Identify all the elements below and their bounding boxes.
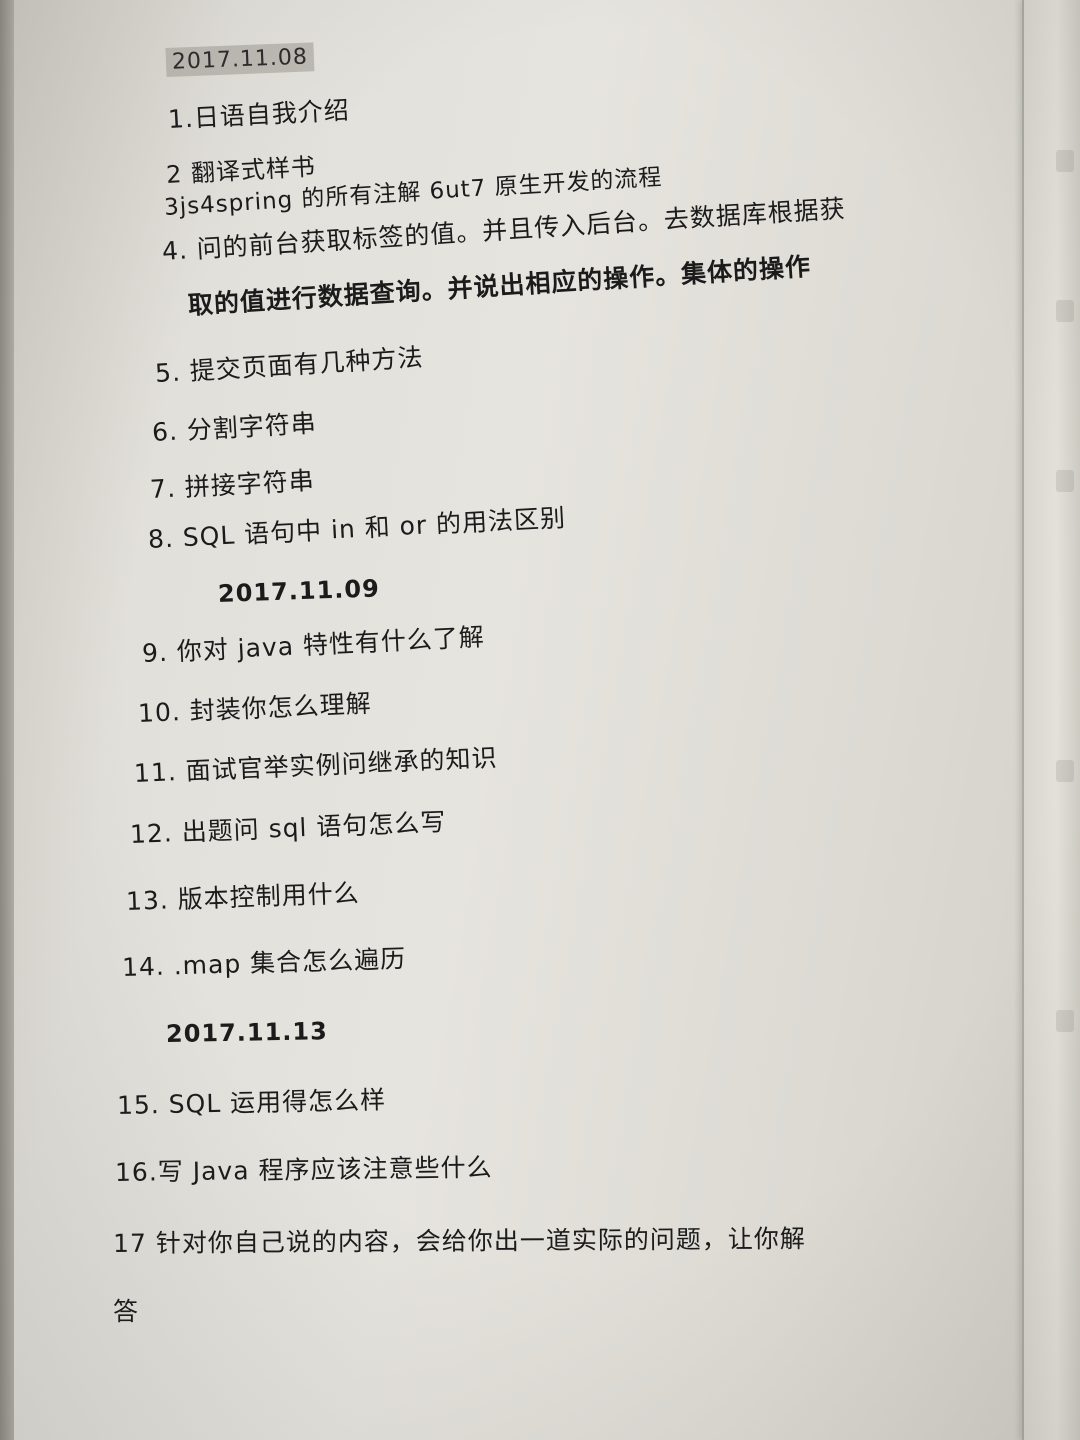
question-line: 9. 你对 java 特性有什么了解: [141, 622, 486, 668]
date-heading: 2017.11.13: [165, 1017, 329, 1048]
question-line: 16.写 Java 程序应该注意些什么: [114, 1152, 493, 1187]
question-line: 5. 提交页面有几种方法: [154, 342, 425, 388]
sheet-mark: [1056, 150, 1074, 172]
sheet-mark: [1056, 470, 1074, 492]
adjacent-paper-sheet: [1022, 0, 1080, 1440]
question-line: 答: [113, 1297, 140, 1326]
question-line: 8. SQL 语句中 in 和 or 的用法区别: [147, 503, 567, 554]
question-line: 17 针对你自己说的内容，会给你出一道实际的问题，让你解: [112, 1224, 806, 1258]
question-line: 10. 封装你怎么理解: [137, 688, 373, 728]
photo-background: 2017.11.08 1.日语自我介绍 2 翻译式样书 3js4spring 的…: [0, 0, 1080, 1440]
question-line: 1.日语自我介绍: [167, 95, 351, 134]
sheet-edge: [1022, 0, 1024, 1440]
question-line: 7. 拼接字符串: [149, 465, 316, 504]
table-edge: [0, 0, 14, 1440]
question-line: 6. 分割字符串: [151, 408, 318, 447]
date-heading: 2017.11.08: [165, 42, 315, 77]
question-line: 15. SQL 运用得怎么样: [116, 1085, 387, 1120]
date-heading: 2017.11.09: [217, 574, 381, 608]
date-highlight: 2017.11.08: [165, 42, 315, 77]
sheet-mark: [1056, 300, 1074, 322]
question-line: 11. 面试官举实例问继承的知识: [133, 743, 499, 788]
question-line: 13. 版本控制用什么: [125, 878, 361, 916]
sheet-mark: [1056, 1010, 1074, 1032]
sheet-mark: [1056, 760, 1074, 782]
question-line: 12. 出题问 sql 语句怎么写: [129, 807, 447, 849]
question-line: 14. .map 集合怎么遍历: [121, 944, 407, 982]
